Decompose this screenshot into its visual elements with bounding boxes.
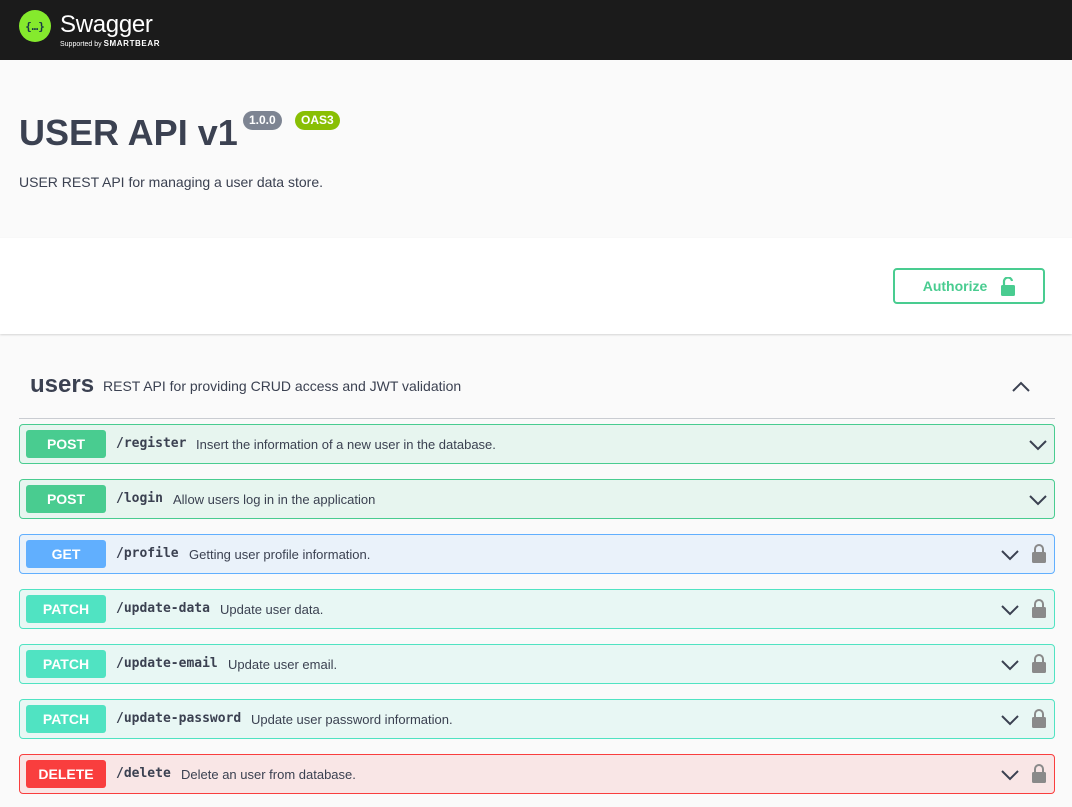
swagger-logo-icon: {…} xyxy=(19,10,51,42)
method-badge: POST xyxy=(26,430,106,458)
chevron-up-icon[interactable] xyxy=(1009,375,1033,399)
operation-row[interactable]: PATCH/update-password Update user passwor… xyxy=(19,699,1055,739)
operation-path: /login xyxy=(116,491,163,506)
method-badge: POST xyxy=(26,485,106,513)
lock-icon[interactable] xyxy=(1032,764,1046,783)
lock-icon[interactable] xyxy=(1032,544,1046,563)
chevron-down-icon[interactable] xyxy=(1000,765,1020,785)
chevron-down-icon[interactable] xyxy=(1000,655,1020,675)
method-badge: DELETE xyxy=(26,760,106,788)
chevron-down-icon[interactable] xyxy=(1000,545,1020,565)
operation-summary: Update user password information. xyxy=(251,712,453,727)
operation-row[interactable]: POST/register Insert the information of a… xyxy=(19,424,1055,464)
chevron-down-icon[interactable] xyxy=(1028,490,1048,510)
method-badge: GET xyxy=(26,540,106,568)
operation-summary: Update user data. xyxy=(220,602,324,617)
scheme-container: Authorize xyxy=(0,238,1072,334)
operation-summary: Getting user profile information. xyxy=(189,547,371,562)
method-badge: PATCH xyxy=(26,705,106,733)
brand-name: Swagger xyxy=(60,11,153,38)
operation-row[interactable]: PATCH/update-email Update user email. xyxy=(19,644,1055,684)
swagger-logo[interactable]: {…} Swagger Supported by SMARTBEAR xyxy=(19,10,160,49)
operation-summary: Allow users log in in the application xyxy=(173,492,376,507)
logo-glyph: {…} xyxy=(25,20,45,33)
operation-path: /update-password xyxy=(116,711,242,726)
unlock-icon xyxy=(1001,276,1016,296)
version-badge: 1.0.0 xyxy=(243,111,282,130)
brand-sub-company: SMARTBEAR xyxy=(103,39,161,48)
chevron-down-icon[interactable] xyxy=(1000,600,1020,620)
lock-icon[interactable] xyxy=(1032,654,1046,673)
api-info-section: USER API v1 1.0.0 OAS3 USER REST API for… xyxy=(0,60,1072,238)
tag-description: REST API for providing CRUD access and J… xyxy=(103,378,462,394)
authorize-button[interactable]: Authorize xyxy=(893,268,1045,304)
method-badge: PATCH xyxy=(26,650,106,678)
operation-row[interactable]: GET/profile Getting user profile informat… xyxy=(19,534,1055,574)
operation-row[interactable]: POST/login Allow users log in in the appl… xyxy=(19,479,1055,519)
lock-icon[interactable] xyxy=(1032,599,1046,618)
operation-row[interactable]: PATCH/update-data Update user data. xyxy=(19,589,1055,629)
brand-sub-prefix: Supported by xyxy=(60,41,102,48)
operation-summary: Delete an user from database. xyxy=(181,767,356,782)
operation-path: /delete xyxy=(116,766,171,781)
operation-summary: Update user email. xyxy=(228,657,338,672)
oas-badge: OAS3 xyxy=(295,111,340,130)
top-bar: {…} Swagger Supported by SMARTBEAR xyxy=(0,0,1072,60)
chevron-down-icon[interactable] xyxy=(1000,710,1020,730)
lock-icon[interactable] xyxy=(1032,709,1046,728)
brand-subtitle: Supported by SMARTBEAR xyxy=(60,40,160,49)
api-description: USER REST API for managing a user data s… xyxy=(19,174,324,190)
tag-section-header[interactable]: users REST API for providing CRUD access… xyxy=(19,355,1055,419)
tag-name: users xyxy=(30,371,95,398)
chevron-down-icon[interactable] xyxy=(1028,435,1048,455)
operation-row[interactable]: DELETE/delete Delete an user from databas… xyxy=(19,754,1055,794)
operation-summary: Insert the information of a new user in … xyxy=(196,437,496,452)
operation-path: /update-data xyxy=(116,601,210,616)
method-badge: PATCH xyxy=(26,595,106,623)
authorize-label: Authorize xyxy=(922,278,988,294)
api-title: USER API v1 xyxy=(19,112,238,153)
operation-path: /register xyxy=(116,436,187,451)
operation-path: /profile xyxy=(116,546,179,561)
operation-path: /update-email xyxy=(116,656,218,671)
